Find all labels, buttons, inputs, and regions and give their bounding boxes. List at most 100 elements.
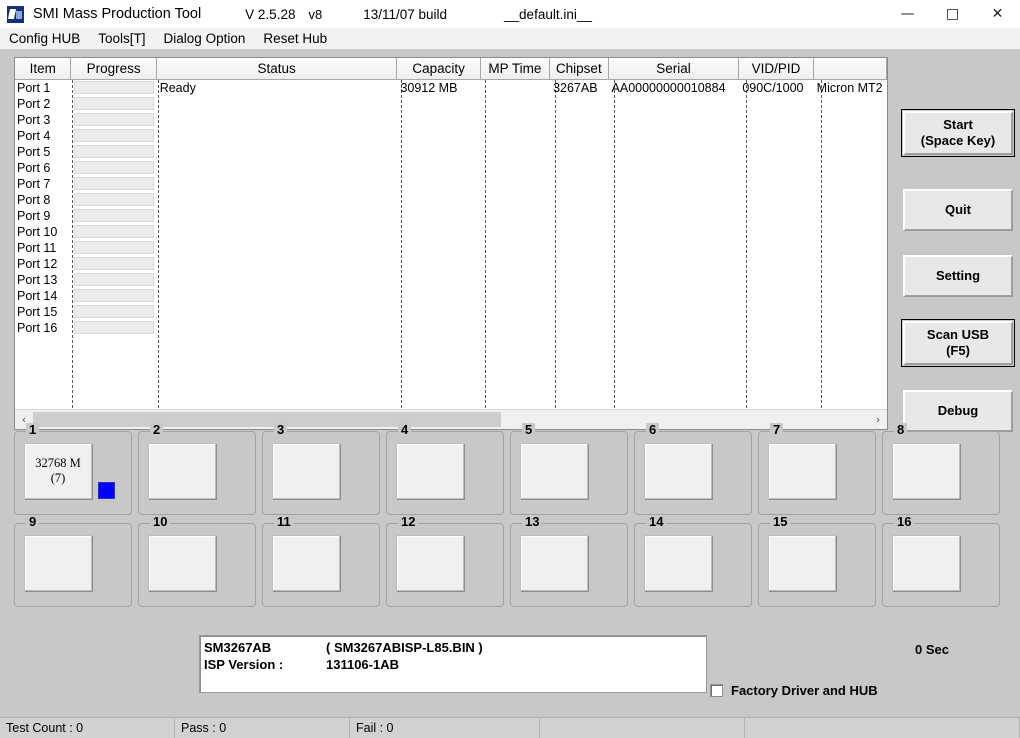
menu-item-config-hub[interactable]: Config HUB <box>9 31 80 46</box>
cell-item: Port 9 <box>17 209 51 223</box>
port-row[interactable]: Port 9 <box>15 208 887 224</box>
device-slot-10[interactable]: 10 <box>138 515 256 607</box>
cell-mp-time <box>481 304 550 320</box>
cell-extra <box>814 96 887 112</box>
port-row[interactable]: Port 14 <box>15 288 887 304</box>
port-row[interactable]: Port 3 <box>15 112 887 128</box>
device-slot-13[interactable]: 13 <box>510 515 628 607</box>
cell-vid-pid <box>739 304 813 320</box>
scrollbar-thumb[interactable] <box>33 411 502 427</box>
port-row[interactable]: Port 15 <box>15 304 887 320</box>
cell-item: Port 3 <box>17 113 51 127</box>
column-header-progress[interactable]: Progress <box>71 58 157 79</box>
quit-button[interactable]: Quit <box>903 189 1013 231</box>
port-row[interactable]: Port 2 <box>15 96 887 112</box>
scroll-right-icon[interactable]: › <box>869 411 887 429</box>
cell-serial <box>609 272 740 288</box>
isp-version-label: ISP Version : <box>204 657 284 672</box>
device-slot-15[interactable]: 15 <box>758 515 876 607</box>
column-header-status[interactable]: Status <box>156 58 398 79</box>
device-slot-5[interactable]: 5 <box>510 423 628 515</box>
factory-driver-hub-row[interactable]: Factory Driver and HUB <box>710 683 878 698</box>
cell-progress <box>71 160 156 176</box>
device-slot-display <box>148 443 216 499</box>
port-row[interactable]: Port 4 <box>15 128 887 144</box>
port-row[interactable]: Port 13 <box>15 272 887 288</box>
port-row[interactable]: Port 16 <box>15 320 887 336</box>
column-header-capacity[interactable]: Capacity <box>397 58 481 79</box>
device-slot-11[interactable]: 11 <box>262 515 380 607</box>
maximize-icon[interactable]: □ <box>930 0 975 28</box>
debug-button[interactable]: Debug <box>903 390 1013 432</box>
scan-usb-button[interactable]: Scan USB (F5) <box>901 319 1015 367</box>
cell-mp-time <box>481 128 550 144</box>
device-slot-14[interactable]: 14 <box>634 515 752 607</box>
port-row[interactable]: Port 8 <box>15 192 887 208</box>
device-slot-display <box>396 443 464 499</box>
cell-serial <box>609 96 740 112</box>
device-slot-4[interactable]: 4 <box>386 423 504 515</box>
cell-mp-time <box>481 80 550 96</box>
port-row[interactable]: Port 1 Ready 30912 MB 3267AB AA0000000001088… <box>15 80 887 96</box>
cell-serial <box>609 128 740 144</box>
column-header-serial[interactable]: Serial <box>608 58 740 79</box>
setting-button[interactable]: Setting <box>903 255 1013 297</box>
column-header-mp-time[interactable]: MP Time <box>480 58 551 79</box>
port-row[interactable]: Port 10 <box>15 224 887 240</box>
cell-capacity <box>397 320 480 336</box>
port-row[interactable]: Port 6 <box>15 160 887 176</box>
cell-mp-time <box>481 192 550 208</box>
port-list-body[interactable]: Port 1 Ready 30912 MB 3267AB AA0000000001088… <box>15 80 887 408</box>
column-header-vid-pid[interactable]: VID/PID <box>739 58 814 79</box>
start-button[interactable]: Start (Space Key) <box>901 109 1015 157</box>
port-row[interactable]: Port 11 <box>15 240 887 256</box>
cell-chipset <box>550 96 608 112</box>
factory-driver-hub-checkbox[interactable] <box>710 684 723 697</box>
device-slot-2[interactable]: 2 <box>138 423 256 515</box>
menu-item-tools[interactable]: Tools[T] <box>98 31 145 46</box>
column-header-chipset[interactable]: Chipset <box>550 58 609 79</box>
port-row[interactable]: Port 12 <box>15 256 887 272</box>
device-slot-8[interactable]: 8 <box>882 423 1000 515</box>
device-slot-display <box>520 535 588 591</box>
progress-bar <box>74 257 155 270</box>
cell-vid-pid <box>739 144 813 160</box>
device-slot-number: 5 <box>522 423 536 437</box>
device-slot-1[interactable]: 1 32768 M (7) <box>14 423 132 515</box>
column-header-item[interactable]: Item <box>15 58 72 79</box>
cell-item: Port 15 <box>17 305 58 319</box>
device-slot-16[interactable]: 16 <box>882 515 1000 607</box>
horizontal-scrollbar[interactable]: ‹ › <box>15 409 887 429</box>
device-slot-12[interactable]: 12 <box>386 515 504 607</box>
device-slot-9[interactable]: 9 <box>14 515 132 607</box>
close-icon[interactable]: ✕ <box>975 0 1020 28</box>
device-slot-7[interactable]: 7 <box>758 423 876 515</box>
cell-status <box>157 176 398 192</box>
port-list-view[interactable]: Item Progress Status Capacity MP Time Chipset… <box>14 57 888 430</box>
cell-extra <box>814 224 887 240</box>
device-slot-display <box>148 535 216 591</box>
menu-item-dialog-option[interactable]: Dialog Option <box>164 31 246 46</box>
cell-vid-pid <box>739 256 813 272</box>
progress-bar <box>74 129 155 142</box>
port-row[interactable]: Port 5 <box>15 144 887 160</box>
setting-button-label: Setting <box>935 268 981 283</box>
cell-mp-time <box>481 208 550 224</box>
cell-capacity <box>397 256 480 272</box>
isp-chipset-line: SM3267AB ( SM3267ABISP-L85.BIN ) <box>204 639 706 656</box>
cell-progress <box>71 112 156 128</box>
column-header-blank[interactable] <box>813 58 887 79</box>
cell-capacity <box>397 96 480 112</box>
port-row[interactable]: Port 7 <box>15 176 887 192</box>
cell-extra <box>814 304 887 320</box>
minimize-icon[interactable]: — <box>885 0 930 28</box>
device-slot-3[interactable]: 3 <box>262 423 380 515</box>
cell-status <box>157 128 398 144</box>
device-slot-6[interactable]: 6 <box>634 423 752 515</box>
cell-serial <box>609 224 740 240</box>
cell-capacity <box>397 240 480 256</box>
cell-extra <box>814 272 887 288</box>
menu-item-reset-hub[interactable]: Reset Hub <box>263 31 327 46</box>
cell-mp-time <box>481 256 550 272</box>
cell-progress <box>71 256 156 272</box>
